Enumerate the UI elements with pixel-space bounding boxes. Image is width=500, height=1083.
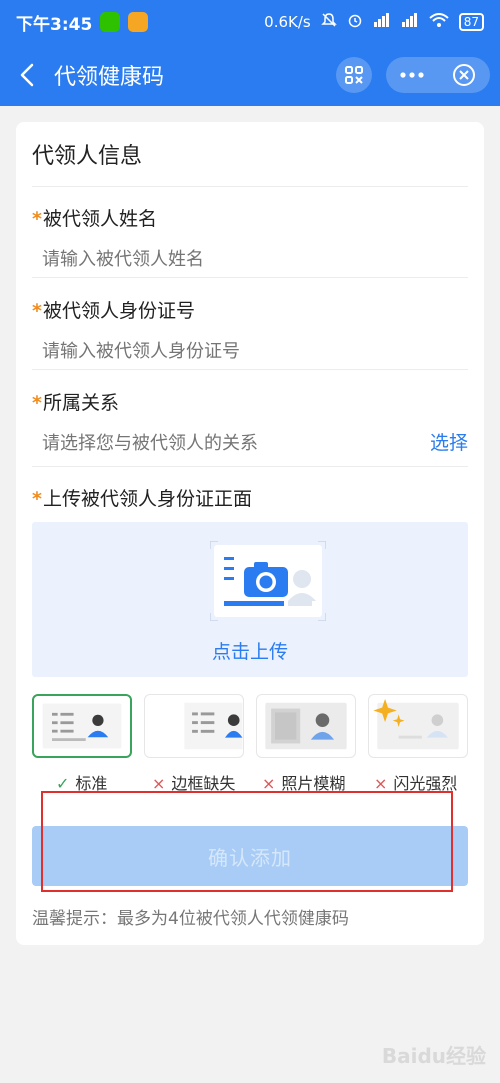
divider: [32, 186, 468, 187]
signal-hd-icon: [373, 13, 391, 31]
name-label-text: 被代领人姓名: [42, 208, 157, 230]
required-mark: *: [32, 488, 42, 510]
sample-caption-blurry: × 照片模糊: [262, 770, 345, 794]
sample-caption-text: 边框缺失: [171, 774, 236, 793]
sample-blurry: [256, 694, 356, 758]
cross-icon: ×: [152, 774, 166, 793]
status-bar: 下午3:45 0.6K/s 87: [0, 0, 500, 44]
confirm-add-button[interactable]: 确认添加: [32, 826, 468, 886]
relation-label-text: 所属关系: [42, 392, 119, 414]
upload-label: *上传被代领人身份证正面: [32, 484, 252, 511]
form-card: 代领人信息 *被代领人姓名 *被代领人身份证号 *所属关系 选择 *上传被代领人…: [16, 122, 484, 945]
scan-button[interactable]: [336, 57, 372, 93]
back-button[interactable]: [0, 44, 54, 106]
upload-label-text: 上传被代领人身份证正面: [42, 488, 252, 510]
section-title: 代领人信息: [32, 144, 143, 169]
scan-code-icon: [345, 66, 363, 84]
network-speed: 0.6K/s: [264, 13, 311, 31]
more-dots-icon: [400, 72, 424, 78]
id-card-sample-icon: [42, 703, 122, 749]
sample-caption-text: 照片模糊: [281, 774, 346, 793]
wifi-icon: [429, 12, 449, 32]
upload-button-text: 点击上传: [211, 641, 288, 663]
id-label-text: 被代领人身份证号: [42, 300, 195, 322]
required-mark: *: [32, 392, 42, 414]
name-input[interactable]: [42, 246, 468, 272]
check-icon: ✓: [56, 774, 70, 793]
divider: [32, 466, 468, 467]
sample-caption-text: 闪光强烈: [393, 774, 458, 793]
status-time: 下午3:45: [16, 14, 93, 35]
sample-caption-text: 标准: [75, 774, 108, 793]
battery-indicator: 87: [458, 13, 484, 31]
baidu-watermark: Baidu经验: [381, 1044, 486, 1068]
relation-select-button[interactable]: 选择: [430, 428, 468, 455]
id-card-upload-area[interactable]: 点击上传: [32, 522, 468, 677]
sample-caption-standard: ✓ 标准: [56, 770, 107, 794]
chevron-left-icon: [20, 63, 34, 87]
relation-select-field[interactable]: [42, 430, 404, 456]
cross-icon: ×: [374, 774, 388, 793]
id-card-glare-icon: [373, 698, 459, 750]
alarm-icon: [347, 12, 363, 32]
name-label: *被代领人姓名: [32, 204, 157, 231]
id-label: *被代领人身份证号: [32, 296, 195, 323]
relation-label: *所属关系: [32, 388, 119, 415]
divider: [32, 369, 468, 370]
id-card-blurry-icon: [265, 702, 347, 750]
page-title: 代领健康码: [54, 65, 165, 90]
more-button[interactable]: [386, 57, 438, 93]
sample-standard: [32, 694, 132, 758]
close-button[interactable]: [438, 57, 490, 93]
required-mark: *: [32, 208, 42, 230]
weibo-notification-icon: [128, 12, 149, 32]
wechat-notification-icon: [100, 12, 121, 32]
mute-icon: [320, 12, 337, 32]
miniprogram-capsule: [386, 57, 490, 93]
divider: [32, 277, 468, 278]
sample-caption-glare: × 闪光强烈: [374, 770, 457, 794]
signal-icon: [401, 13, 419, 31]
nav-bar: 代领健康码: [0, 44, 500, 106]
id-number-input[interactable]: [42, 338, 468, 364]
tip-text: 温馨提示：最多为4位被代领人代领健康码: [32, 909, 349, 929]
sample-caption-border: × 边框缺失: [152, 770, 235, 794]
status-indicators: 0.6K/s 87: [264, 12, 484, 32]
id-card-camera-icon: [210, 541, 326, 621]
id-card-cropped-icon: [184, 702, 243, 750]
cross-icon: ×: [262, 774, 276, 793]
close-circle-icon: [453, 64, 475, 86]
sample-flash-glare: [368, 694, 468, 758]
required-mark: *: [32, 300, 42, 322]
sample-border-missing: [144, 694, 244, 758]
